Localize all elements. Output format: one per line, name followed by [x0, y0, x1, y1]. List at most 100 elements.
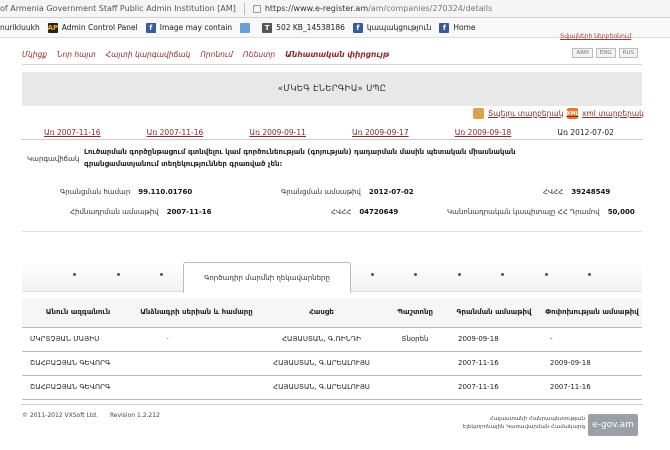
capital-field: Կանոնադրական կապիտալը ՀՀ Դրամով 50,000: [447, 208, 635, 216]
print-version-link[interactable]: Տպելու տարբերակ: [473, 108, 563, 119]
lang-arm-button[interactable]: ARM: [572, 48, 593, 58]
bookmark-label: Admin Control Panel: [61, 23, 138, 32]
status-text: Լուծարման գործընթացում գտնվելու կամ գործ…: [84, 148, 516, 168]
tin-label: ՀՎՀՀ: [543, 188, 564, 196]
browser-address-bar[interactable]: of Armenia Government Staff Public Admin…: [0, 0, 670, 18]
table-cell: [134, 375, 259, 400]
tab-dot[interactable]: [458, 273, 461, 276]
column-header: Հասցե: [259, 298, 384, 328]
divider: [243, 2, 245, 15]
table-cell: ՀԱՅԱՍՏԱՆ, Գ.ԱՐԵԱԼՈՒՅՍ: [259, 351, 384, 376]
divider: [22, 231, 642, 232]
bookmark-item[interactable]: nurikluukh: [0, 23, 40, 32]
bookmark-label: Image may contain: [159, 23, 233, 32]
tab-dot[interactable]: [371, 273, 374, 276]
footer-revision: Revision 1.2.212: [110, 412, 160, 419]
ap-icon: AP: [47, 22, 58, 33]
history-date-link[interactable]: Առ 2007-11-16: [147, 128, 204, 137]
facebook-icon: f: [439, 22, 450, 33]
status-label: Կարգավիճակ: [27, 155, 80, 163]
table-cell: [384, 375, 446, 400]
xml-icon: XML: [566, 108, 579, 119]
tab-dot[interactable]: [73, 273, 76, 276]
history-date-link[interactable]: Առ 2009-09-18: [455, 128, 512, 137]
table-cell: 2009-09-18: [542, 351, 642, 376]
bookmark-label: nurikluukh: [0, 23, 40, 32]
reg-date-field: Գրանցման ամսաթիվ 2012-07-02: [281, 188, 414, 196]
reg-number-field: Գրանցման համար 99.110.01760: [60, 188, 192, 196]
managers-table: Անուն ազգանուն Անձնագրի սերիան և համարը …: [22, 298, 642, 400]
table-cell: ՄԿՐՏՉՅԱՆ ՄԱՅԻՍ: [22, 327, 134, 352]
capital-value: 50,000: [607, 208, 635, 216]
bookmark-label: կապակցություն: [366, 23, 432, 32]
nav-item-search[interactable]: Որոնում: [200, 50, 233, 59]
bookmark-item[interactable]: f Image may contain: [145, 22, 233, 33]
history-date-link[interactable]: Առ 2007-11-16: [44, 128, 101, 137]
footer-ministry: Հայաստանի Հանրապետության Էլեկտրոնային Կա…: [440, 415, 585, 431]
bookmark-item[interactable]: AP Admin Control Panel: [47, 22, 138, 33]
table-cell: ՇԱՀԲԱԶՅԱՆ ԳԵՎՈՐԳ: [22, 351, 134, 376]
tab-dot[interactable]: [545, 273, 548, 276]
tab-dot[interactable]: [160, 273, 163, 276]
nav-item-home[interactable]: Մկիցք: [22, 50, 47, 59]
table-row: ՇԱՀԲԱԶՅԱՆ ԳԵՎՈՐԳ ՀԱՅԱՍՏԱՆ, Գ.ԱՐԵԱԼՈՒՅՍ 2…: [22, 375, 642, 400]
bookmark-label: Home: [453, 23, 476, 32]
hvhh-field: ՀՎՀՀ 04720649: [331, 208, 398, 216]
url-text[interactable]: https://www.e-register.am/am/companies/2…: [265, 4, 492, 13]
column-header: Գրանման ամսաթիվ: [446, 298, 542, 328]
footer-copyright: © 2011-2012 VXSoft Ltd.: [22, 412, 98, 419]
history-date-link[interactable]: Առ 2009-09-17: [352, 128, 409, 137]
nav-item-personal-folder[interactable]: Անհատական փիրցույթ: [285, 50, 389, 59]
table-header-row: Անուն ազգանուն Անձնագրի սերիան և համարը …: [22, 298, 642, 328]
tab-dot[interactable]: [414, 273, 417, 276]
egov-logo[interactable]: e-gov.am: [588, 414, 638, 436]
reg-number-value: 99.110.01760: [138, 188, 193, 196]
table-cell: 2007-11-16: [446, 351, 542, 376]
table-cell: 2007-11-16: [542, 375, 642, 400]
data-download-link[interactable]: Տվյալների ներբեռնում: [560, 33, 631, 40]
xml-version-label: xml տարբերակ: [582, 109, 644, 118]
divider: [22, 64, 642, 65]
company-title-band: «ՄԿԵԳ ԷՆԵՐԳԻԱ» ՍՊԸ: [22, 72, 642, 106]
bookmark-item[interactable]: f կապակցություն: [352, 22, 432, 33]
facebook-icon: f: [145, 22, 156, 33]
bookmark-item[interactable]: [240, 22, 254, 33]
tab-dot[interactable]: [501, 273, 504, 276]
footer-ministry-line: Էլեկտրոնային Կառավարման Համակարգ: [462, 424, 585, 430]
printer-icon: [473, 108, 484, 119]
t-icon: T: [262, 22, 273, 33]
divider: [22, 139, 642, 140]
bookmark-item[interactable]: f Home: [439, 22, 476, 33]
column-header: Պաշտոնը: [384, 298, 446, 328]
tab-dot[interactable]: [117, 273, 120, 276]
founding-date-value: 2007-11-16: [166, 208, 212, 216]
bookmark-item[interactable]: T 502 KB_14538186: [262, 22, 345, 33]
nav-item-new-application[interactable]: Նոր հայտ: [57, 50, 96, 59]
founding-date-label: Հիմնադրման ամսաթիվ: [70, 208, 159, 216]
divider: [22, 404, 642, 405]
xml-version-link[interactable]: XML xml տարբերակ: [566, 108, 644, 119]
table-cell: ·: [134, 327, 259, 352]
table-cell: ՀԱՅԱՍՏԱՆ, Գ.ԱՐԵԱԼՈՒՅՍ: [259, 375, 384, 400]
company-title: «ՄԿԵԳ ԷՆԵՐԳԻԱ» ՍՊԸ: [277, 84, 387, 94]
bookmark-label: 502 KB_14538186: [276, 23, 345, 32]
footer-ministry-line: Հայաստանի Հանրապետության: [489, 416, 585, 422]
tab-title: of Armenia Government Staff Public Admin…: [0, 4, 236, 13]
tab-executive-managers[interactable]: Գործադիր մարմնի ղեկավարները: [183, 262, 351, 293]
table-cell: -: [542, 327, 642, 352]
reg-date-label: Գրանցման ամսաթիվ: [281, 188, 361, 196]
history-date-link[interactable]: Առ 2009-09-11: [249, 128, 306, 137]
table-cell: [384, 351, 446, 376]
main-nav: Մկիցք Նոր հայտ Հայտի կարգավիճակ Որոնում …: [22, 46, 642, 62]
column-header: Անուն ազգանուն: [22, 298, 134, 328]
lang-eng-button[interactable]: ENG: [595, 48, 616, 58]
lang-rus-button[interactable]: RUS: [618, 48, 638, 58]
hvhh-value: 04720649: [359, 208, 399, 216]
lock-icon: [252, 4, 261, 13]
table-cell: Տնօրեն: [384, 327, 446, 352]
nav-item-application-status[interactable]: Հայտի կարգավիճակ: [106, 50, 191, 59]
tab-executive-managers-label: Գործադիր մարմնի ղեկավարները: [204, 274, 330, 282]
table-row: ՄԿՐՏՉՅԱՆ ՄԱՅԻՍ · ՀԱՅԱՍՏԱՆ, Գ.ՌԻՆԴԻ Տնօրե…: [22, 327, 642, 352]
nav-item-registry[interactable]: Ռեեստր: [243, 50, 275, 59]
tab-dot[interactable]: [588, 273, 591, 276]
